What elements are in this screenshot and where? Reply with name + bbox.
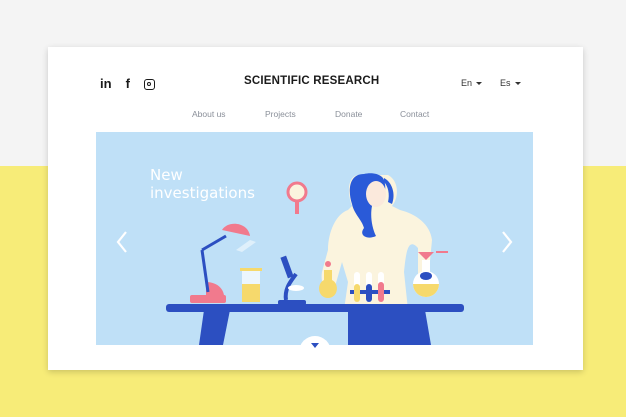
chevron-down-icon xyxy=(514,82,521,86)
language-label: Es xyxy=(500,78,511,88)
nav-item-contact[interactable]: Contact xyxy=(400,109,429,119)
hero-headline-line2: investigations xyxy=(150,184,255,202)
social-links: in f xyxy=(100,76,155,91)
hero-headline: New investigations xyxy=(150,166,255,202)
chevron-down-icon xyxy=(476,82,483,86)
chevron-left-icon xyxy=(116,231,127,253)
lab-illustration xyxy=(166,173,464,345)
linkedin-icon[interactable]: in xyxy=(100,76,112,91)
carousel-prev-button[interactable] xyxy=(115,228,129,256)
nav-item-projects[interactable]: Projects xyxy=(265,109,296,119)
language-label: En xyxy=(461,78,473,88)
nav-item-donate[interactable]: Donate xyxy=(335,109,362,119)
instagram-icon[interactable] xyxy=(143,78,155,90)
facebook-icon[interactable]: f xyxy=(126,76,130,91)
site-title: SCIENTIFIC RESEARCH xyxy=(244,75,380,87)
nav-item-about-us[interactable]: About us xyxy=(192,109,226,119)
hero-headline-line1: New xyxy=(150,166,183,184)
language-select-es[interactable]: Es xyxy=(500,78,521,88)
chevron-right-icon xyxy=(502,231,513,253)
hero-banner: New investigations xyxy=(96,132,533,345)
carousel-next-button[interactable] xyxy=(500,228,514,256)
language-select-en[interactable]: En xyxy=(461,78,483,88)
landing-page-card: in f SCIENTIFIC RESEARCH En Es About us … xyxy=(48,47,583,370)
